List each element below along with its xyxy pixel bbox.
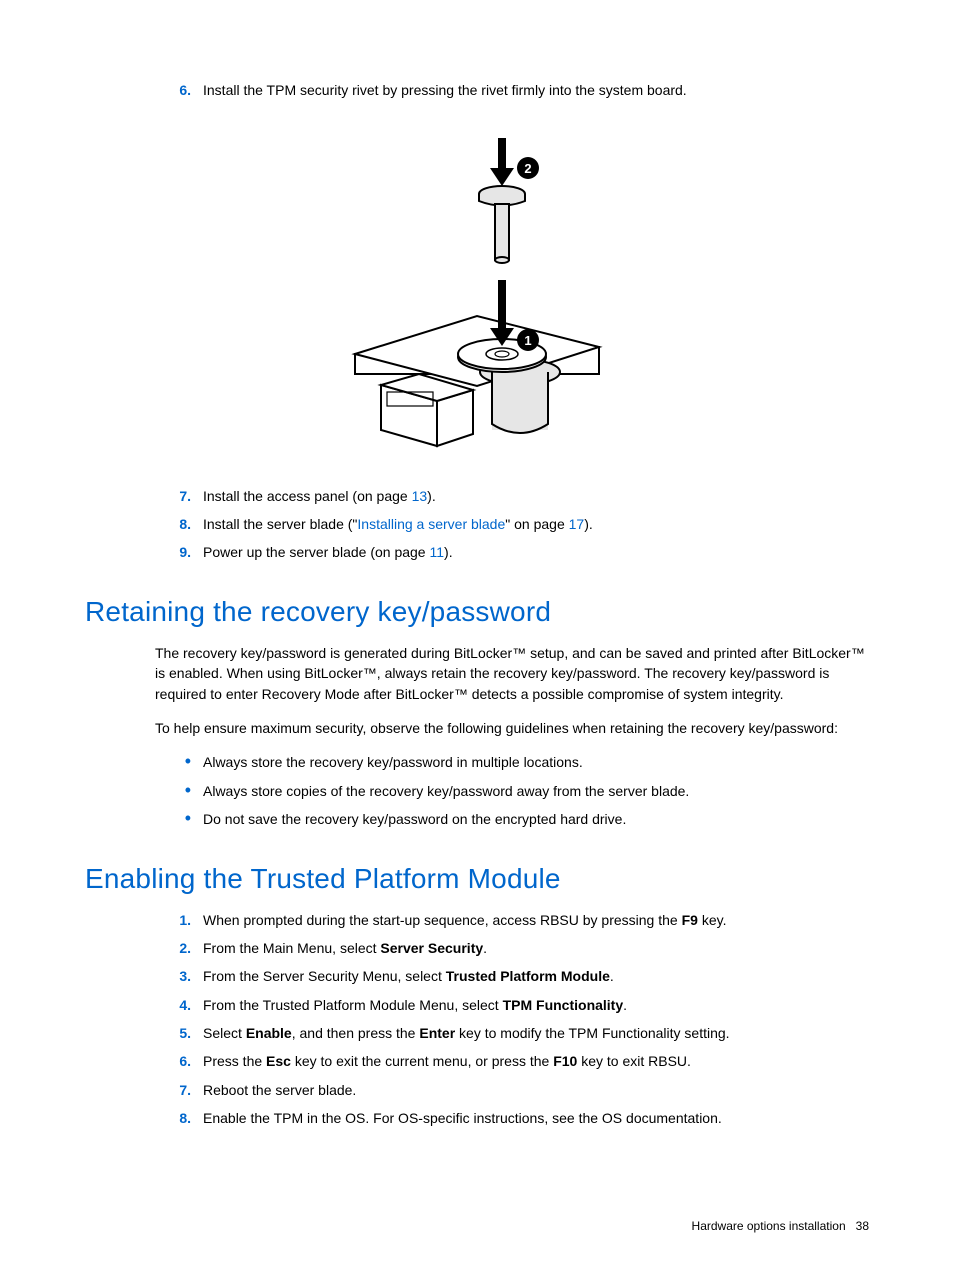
en-step-7: 7. Reboot the server blade. (85, 1080, 869, 1100)
step-num: 8. (155, 1108, 203, 1128)
bullet-1: • Always store the recovery key/password… (85, 752, 869, 772)
heading-enabling: Enabling the Trusted Platform Module (85, 859, 869, 900)
key-enter: Enter (419, 1025, 455, 1041)
step-text: Install the server blade ("Installing a … (203, 514, 869, 534)
step-6: 6. Install the TPM security rivet by pre… (85, 80, 869, 100)
page-footer: Hardware options installation 38 (85, 1218, 869, 1235)
menu-trusted-platform-module: Trusted Platform Module (446, 968, 610, 984)
key-f9: F9 (682, 912, 698, 928)
step-text: Select Enable, and then press the Enter … (203, 1023, 869, 1043)
bullet-icon: • (155, 752, 203, 772)
heading-retaining: Retaining the recovery key/password (85, 592, 869, 633)
footer-page: 38 (856, 1219, 869, 1233)
page-link-11[interactable]: 11 (429, 544, 444, 560)
key-esc: Esc (266, 1053, 291, 1069)
step-num: 2. (155, 938, 203, 958)
callout-2: 2 (524, 161, 531, 176)
step-text: Reboot the server blade. (203, 1080, 869, 1100)
en-step-2: 2. From the Main Menu, select Server Sec… (85, 938, 869, 958)
en-step-8: 8. Enable the TPM in the OS. For OS-spec… (85, 1108, 869, 1128)
step-text: Press the Esc key to exit the current me… (203, 1051, 869, 1071)
en-step-6: 6. Press the Esc key to exit the current… (85, 1051, 869, 1071)
step-text: When prompted during the start-up sequen… (203, 910, 869, 930)
en-step-1: 1. When prompted during the start-up seq… (85, 910, 869, 930)
step-8: 8. Install the server blade ("Installing… (85, 514, 869, 534)
bullet-text: Always store the recovery key/password i… (203, 752, 583, 772)
step-9: 9. Power up the server blade (on page 11… (85, 542, 869, 562)
tpm-rivet-figure: 2 1 (85, 130, 869, 455)
step-num: 6. (155, 1051, 203, 1071)
step-num: 3. (155, 966, 203, 986)
step-text: Install the access panel (on page 13). (203, 486, 869, 506)
bullet-text: Do not save the recovery key/password on… (203, 809, 626, 829)
menu-tpm-functionality: TPM Functionality (503, 997, 624, 1013)
footer-section: Hardware options installation (692, 1219, 846, 1233)
step-num: 7. (155, 1080, 203, 1100)
bullet-icon: • (155, 809, 203, 829)
step-text: Power up the server blade (on page 11). (203, 542, 869, 562)
link-installing-server-blade[interactable]: Installing a server blade (357, 516, 505, 532)
para-retain-2: To help ensure maximum security, observe… (85, 718, 869, 738)
step-text: Enable the TPM in the OS. For OS-specifi… (203, 1108, 869, 1128)
en-step-4: 4. From the Trusted Platform Module Menu… (85, 995, 869, 1015)
step-num: 4. (155, 995, 203, 1015)
step-text: From the Trusted Platform Module Menu, s… (203, 995, 869, 1015)
bullet-text: Always store copies of the recovery key/… (203, 781, 689, 801)
key-f10: F10 (553, 1053, 577, 1069)
step-num: 9. (155, 542, 203, 562)
en-step-3: 3. From the Server Security Menu, select… (85, 966, 869, 986)
en-step-5: 5. Select Enable, and then press the Ent… (85, 1023, 869, 1043)
bullet-icon: • (155, 781, 203, 801)
step-text: Install the TPM security rivet by pressi… (203, 80, 869, 100)
bullet-3: • Do not save the recovery key/password … (85, 809, 869, 829)
step-num: 8. (155, 514, 203, 534)
page-link-17[interactable]: 17 (569, 516, 585, 532)
step-7: 7. Install the access panel (on page 13)… (85, 486, 869, 506)
step-text: From the Server Security Menu, select Tr… (203, 966, 869, 986)
step-num: 6. (155, 80, 203, 100)
page-link-13[interactable]: 13 (412, 488, 428, 504)
menu-server-security: Server Security (380, 940, 483, 956)
bullet-2: • Always store copies of the recovery ke… (85, 781, 869, 801)
callout-1: 1 (524, 333, 531, 348)
step-num: 7. (155, 486, 203, 506)
step-text: From the Main Menu, select Server Securi… (203, 938, 869, 958)
step-num: 1. (155, 910, 203, 930)
para-retain-1: The recovery key/password is generated d… (85, 643, 869, 704)
step-num: 5. (155, 1023, 203, 1043)
option-enable: Enable (246, 1025, 292, 1041)
